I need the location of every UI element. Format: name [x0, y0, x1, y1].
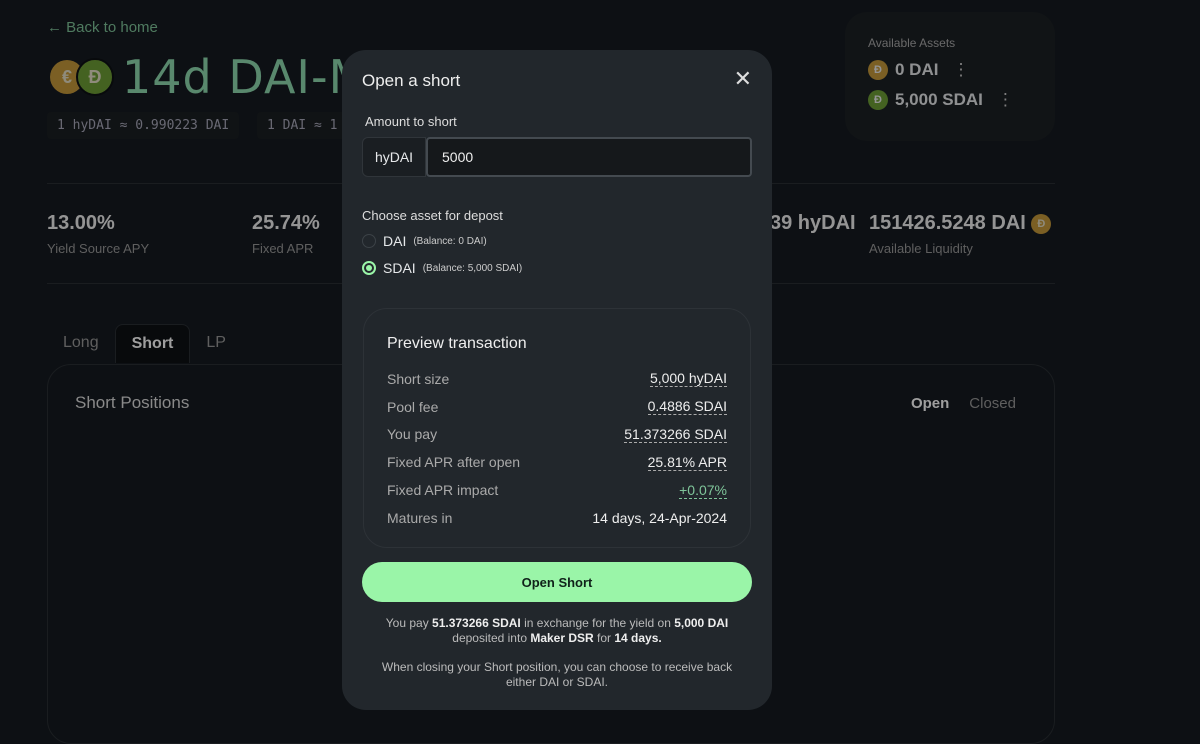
open-short-modal: Open a short ✕ Amount to short hyDAI Cho… — [342, 50, 772, 710]
available-assets-panel: Available Assets Ð0 DAI ⋮ Ð 5,000 SDAI ⋮ — [845, 12, 1055, 141]
filter-closed[interactable]: Closed — [969, 395, 1016, 412]
rate-pill: 1 DAI ≈ 1 — [257, 112, 348, 139]
closing-note: When closing your Short position, you ca… — [381, 660, 733, 689]
close-icon[interactable]: ✕ — [734, 66, 752, 92]
sdai-coin-icon: Ð — [76, 58, 114, 96]
stat-yield-apy: 13.00% Yield Source APY — [47, 212, 150, 256]
preview-row: Pool fee 0.4886 SDAI — [387, 398, 727, 416]
more-menu-icon[interactable]: ⋮ — [952, 60, 969, 80]
asset-row-sdai: Ð 5,000 SDAI ⋮ — [868, 90, 1032, 110]
preview-row: Matures in 14 days, 24-Apr-2024 — [387, 509, 727, 526]
preview-transaction: Preview transaction Short size 5,000 hyDA… — [363, 308, 751, 548]
asset-row-dai: Ð0 DAI ⋮ — [868, 60, 1032, 80]
choose-asset-label: Choose asset for depost — [362, 208, 503, 223]
stat-fixed-apr: 25.74% Fixed APR — [252, 212, 320, 256]
dai-coin-icon: Ð — [1031, 213, 1052, 234]
assets-heading: Available Assets — [868, 36, 956, 50]
tab-lp[interactable]: LP — [190, 324, 242, 363]
stat-hydai: 39 hyDAI — [770, 212, 856, 234]
position-tabs: Long Short LP — [47, 324, 242, 363]
radio-dai[interactable]: DAI (Balance: 0 DAI) — [362, 233, 487, 249]
back-to-home-link[interactable]: ← Back to home — [47, 19, 158, 36]
preview-row: Fixed APR impact +0.07% — [387, 481, 727, 499]
sdai-coin-icon: Ð — [868, 90, 888, 110]
summary-note: You pay 51.373266 SDAI in exchange for t… — [385, 616, 729, 645]
amount-input[interactable] — [426, 137, 752, 177]
rate-pill: 1 hyDAI ≈ 0.990223 DAI — [47, 112, 240, 139]
pool-title: € Ð 14d DAI-M — [50, 50, 369, 104]
preview-row: You pay 51.373266 SDAI — [387, 425, 727, 443]
page-title: 14d DAI-M — [122, 50, 370, 104]
radio-sdai[interactable]: SDAI (Balance: 5,000 SDAI) — [362, 260, 522, 276]
dai-coin-icon: Ð — [868, 60, 888, 80]
radio-circle[interactable] — [362, 261, 376, 275]
modal-title: Open a short — [362, 71, 461, 90]
tab-long[interactable]: Long — [47, 324, 115, 363]
preview-row: Short size 5,000 hyDAI — [387, 370, 727, 388]
filter-open[interactable]: Open — [911, 395, 949, 412]
amount-label: Amount to short — [365, 114, 457, 129]
token-prefix: hyDAI — [362, 137, 426, 177]
open-short-button[interactable]: Open Short — [362, 562, 752, 602]
radio-circle[interactable] — [362, 234, 376, 248]
stat-liquidity: 151426.5248 DAI Ð Available Liquidity — [869, 212, 1052, 256]
more-menu-icon[interactable]: ⋮ — [997, 90, 1014, 110]
preview-row: Fixed APR after open 25.81% APR — [387, 453, 727, 471]
preview-title: Preview transaction — [387, 335, 527, 352]
tab-short[interactable]: Short — [114, 324, 191, 363]
